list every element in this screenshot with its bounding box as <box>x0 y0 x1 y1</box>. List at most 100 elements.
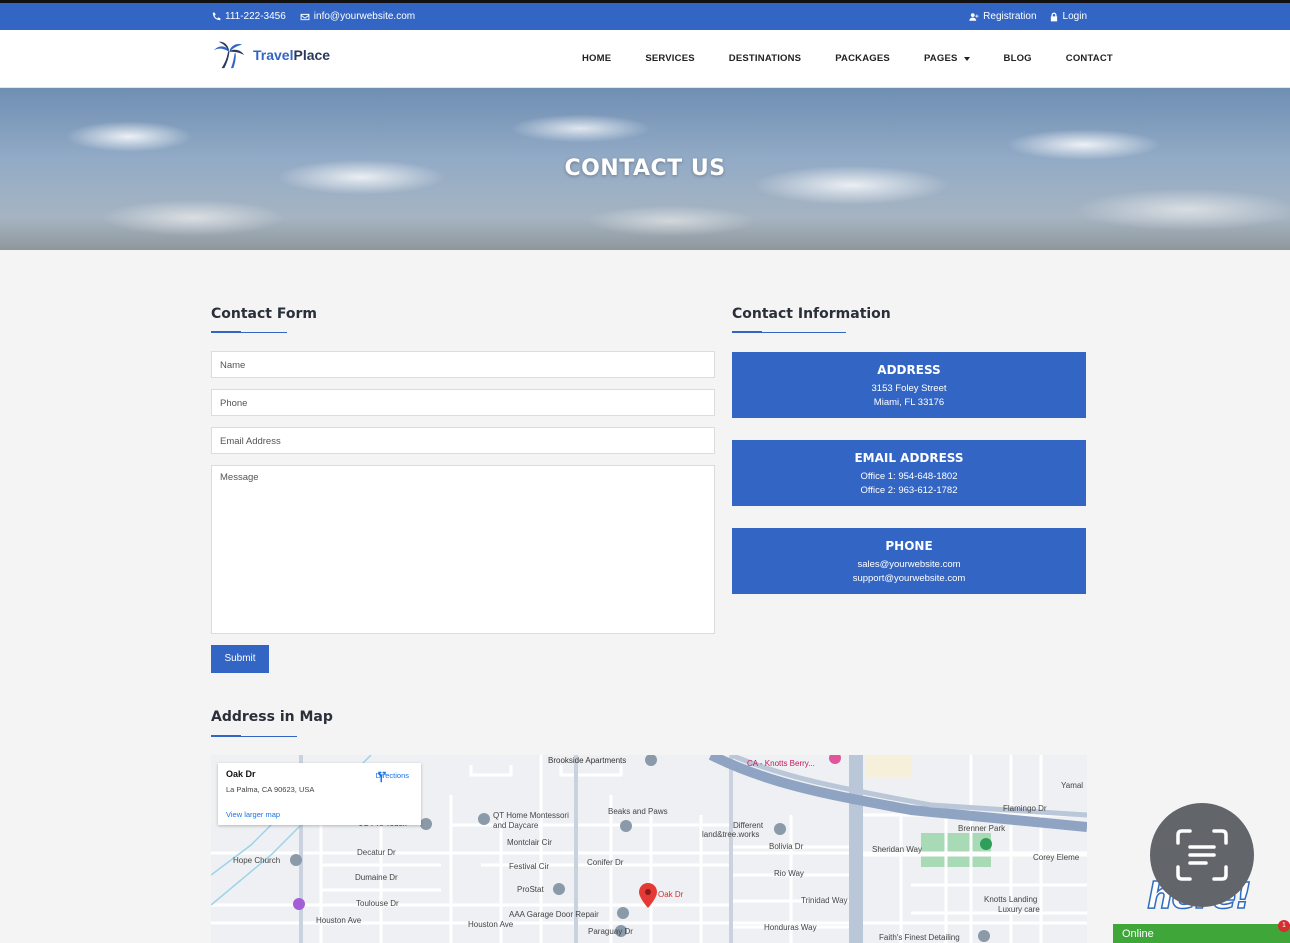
map-label-knotts-berry: CA - Knotts Berry... <box>747 759 815 768</box>
main-navbar: TravelPlace HOME SERVICES DESTINATIONS P… <box>0 30 1290 88</box>
park-area <box>921 833 991 867</box>
map-label-corey: Corey Eleme <box>1033 853 1080 862</box>
logo-text-part1: Travel <box>253 47 294 63</box>
address-card-line2: Miami, FL 33176 <box>873 397 945 408</box>
email-address-card: EMAIL ADDRESS Office 1: 954-648-1802 Off… <box>732 440 1086 506</box>
top-bar-phone[interactable]: 111-222-3456 <box>211 11 286 22</box>
directions-button[interactable]: Directions <box>376 771 409 783</box>
map-label-brenner: Brenner Park <box>958 824 1006 833</box>
top-bar-phone-text: 111-222-3456 <box>225 11 286 22</box>
envelope-icon <box>300 13 310 20</box>
map-label-montclair: Montclair Cir <box>507 838 552 847</box>
map-label-prostat: ProStat <box>517 885 544 894</box>
poi-purple <box>293 898 305 910</box>
commercial-area <box>866 755 911 777</box>
page-title: CONTACT US <box>564 156 726 181</box>
map-label-faiths: Faith's Finest Detailing <box>879 933 960 942</box>
map-pin-label: Oak Dr <box>658 890 684 899</box>
chat-online-tab[interactable]: Online <box>1113 924 1290 943</box>
map-info-card: Oak Dr La Palma, CA 90623, USA View larg… <box>218 763 421 825</box>
map-label-qt-home: QT Home Montessori <box>493 811 569 820</box>
map-heading: Address in Map <box>211 709 333 725</box>
nav-item-home[interactable]: HOME <box>582 53 611 64</box>
map-label-dumaine: Dumaine Dr <box>355 873 398 882</box>
contact-form-heading: Contact Form <box>211 306 317 322</box>
top-bar-email[interactable]: info@yourwebsite.com <box>300 11 415 22</box>
scan-button[interactable] <box>1150 803 1254 907</box>
map-label-brookside: Brookside Apartments <box>548 756 627 765</box>
lock-icon <box>1050 12 1057 21</box>
contact-info-heading-underline <box>732 331 846 333</box>
email-address-card-line1: Office 1: 954-648-1802 <box>860 471 958 482</box>
nav-item-contact[interactable]: CONTACT <box>1066 53 1113 64</box>
submit-button[interactable]: Submit <box>211 645 269 673</box>
chat-notification-badge: 1 <box>1278 920 1290 932</box>
nav-item-pages[interactable]: PAGES <box>924 53 970 64</box>
map-label-hope-church: Hope Church <box>233 856 281 865</box>
top-bar-contacts: 111-222-3456 info@yourwebsite.com <box>211 11 415 22</box>
address-card: ADDRESS 3153 Foley Street Miami, FL 3317… <box>732 352 1086 418</box>
hero-banner: CONTACT US <box>0 88 1290 250</box>
logo-text: TravelPlace <box>253 47 330 63</box>
map-label-luxury-care: Luxury care <box>998 905 1040 914</box>
map-label-houston1: Houston Ave <box>316 916 362 925</box>
map-label-yamal: Yamal <box>1061 781 1084 790</box>
map-label-bolivia: Bolivia Dr <box>769 842 804 851</box>
phone-field[interactable]: Phone <box>211 389 715 416</box>
login-link[interactable]: Login <box>1049 11 1087 22</box>
contact-info-heading: Contact Information <box>732 306 891 322</box>
map-label-honduras: Honduras Way <box>764 923 817 932</box>
poi-pink <box>829 755 841 764</box>
map-label-festival: Festival Cir <box>509 862 550 871</box>
top-bar: 111-222-3456 info@yourwebsite.com Regist… <box>0 0 1290 30</box>
map-label-flamingo: Flamingo Dr <box>1003 804 1047 813</box>
map-label-toulouse: Toulouse Dr <box>356 899 399 908</box>
map-card-address: La Palma, CA 90623, USA <box>226 785 315 794</box>
top-bar-email-text: info@yourwebsite.com <box>313 11 416 22</box>
site-logo[interactable]: TravelPlace <box>211 40 330 70</box>
phone-card-line2: support@yourwebsite.com <box>852 573 966 584</box>
view-larger-map-link[interactable]: View larger map <box>226 810 280 819</box>
map-label-sheridan: Sheridan Way <box>872 845 922 854</box>
directions-icon <box>377 771 386 783</box>
caret-down-icon <box>963 56 970 61</box>
name-field[interactable]: Name <box>211 351 715 378</box>
map-label-daycare: and Daycare <box>493 821 539 830</box>
map-label-decatur: Decatur Dr <box>357 848 396 857</box>
map-label-land-tree: land&tree.works <box>702 830 760 839</box>
nav-item-blog[interactable]: BLOG <box>1004 53 1032 64</box>
email-address-card-line2: Office 2: 963-612-1782 <box>860 485 958 496</box>
address-card-line1: 3153 Foley Street <box>871 383 947 394</box>
top-bar-account: Registration Login <box>969 11 1087 22</box>
phone-icon <box>212 12 221 20</box>
main-nav: HOME SERVICES DESTINATIONS PACKAGES PAGE… <box>582 53 1113 64</box>
message-field[interactable]: Message <box>211 465 715 634</box>
map-label-beaks: Beaks and Paws <box>608 807 668 816</box>
poi-green <box>980 838 992 850</box>
email-address-card-title: EMAIL ADDRESS <box>854 451 964 465</box>
embedded-map[interactable]: Brookside Apartments QT Home Montessori … <box>211 755 1087 943</box>
palm-tree-logo-icon <box>214 41 245 69</box>
map-label-aaa-garage: AAA Garage Door Repair <box>509 910 599 919</box>
map-label-conifer: Conifer Dr <box>587 858 624 867</box>
phone-card-title: PHONE <box>885 539 933 553</box>
map-heading-underline <box>211 735 297 737</box>
registration-link[interactable]: Registration <box>969 11 1037 22</box>
contact-form-heading-underline <box>211 331 287 333</box>
nav-item-destinations[interactable]: DESTINATIONS <box>729 53 801 64</box>
nav-item-services[interactable]: SERVICES <box>645 53 694 64</box>
user-plus-icon <box>969 12 979 21</box>
scan-text-icon <box>1176 829 1228 881</box>
email-field[interactable]: Email Address <box>211 427 715 454</box>
nav-item-packages[interactable]: PACKAGES <box>835 53 890 64</box>
map-label-trinidad: Trinidad Way <box>801 896 848 905</box>
logo-text-part2: Place <box>293 47 331 63</box>
login-label: Login <box>1062 11 1087 22</box>
phone-card: PHONE sales@yourwebsite.com support@your… <box>732 528 1086 594</box>
phone-card-line1: sales@yourwebsite.com <box>857 559 961 570</box>
map-label-different: Different <box>733 821 764 830</box>
registration-label: Registration <box>983 11 1037 22</box>
map-label-knotts-landing: Knotts Landing <box>984 895 1038 904</box>
map-label-houston2: Houston Ave <box>468 920 514 929</box>
address-card-title: ADDRESS <box>877 363 941 377</box>
